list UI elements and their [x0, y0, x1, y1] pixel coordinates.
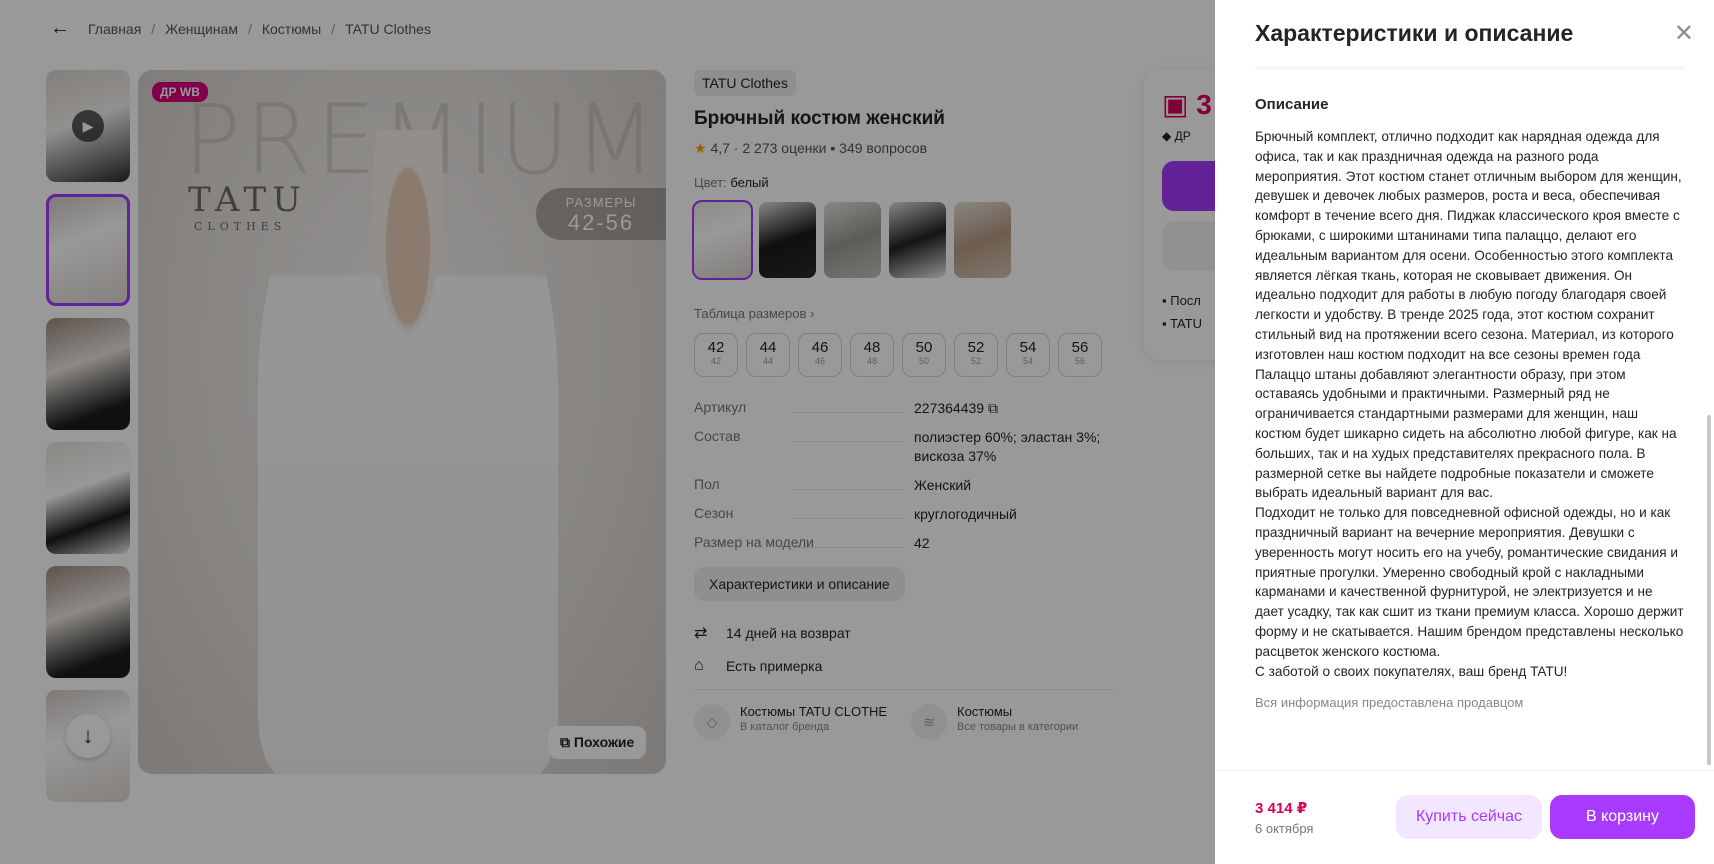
seller-note: Вся информация предоставлена продавцом	[1255, 695, 1524, 711]
characteristics-drawer: Характеристики и описание ✕ Описание Брю…	[1215, 0, 1714, 864]
description-text: Брючный комплект, отлично подходит как н…	[1255, 129, 1684, 679]
drawer-footer: 3 414 ₽ 6 октября Купить сейчас В корзин…	[1215, 770, 1714, 864]
buy-now-button[interactable]: Купить сейчас	[1396, 795, 1542, 839]
close-icon[interactable]: ✕	[1674, 22, 1694, 46]
delivery-date: 6 октября	[1255, 821, 1314, 836]
description-heading: Описание	[1255, 96, 1329, 113]
drawer-content[interactable]: Описание Брючный комплект, отлично подхо…	[1255, 72, 1685, 758]
footer-price: 3 414 ₽	[1255, 800, 1308, 817]
scrollbar-thumb[interactable]	[1707, 415, 1711, 765]
drawer-title: Характеристики и описание	[1255, 20, 1574, 46]
add-to-cart-button[interactable]: В корзину	[1550, 795, 1695, 839]
